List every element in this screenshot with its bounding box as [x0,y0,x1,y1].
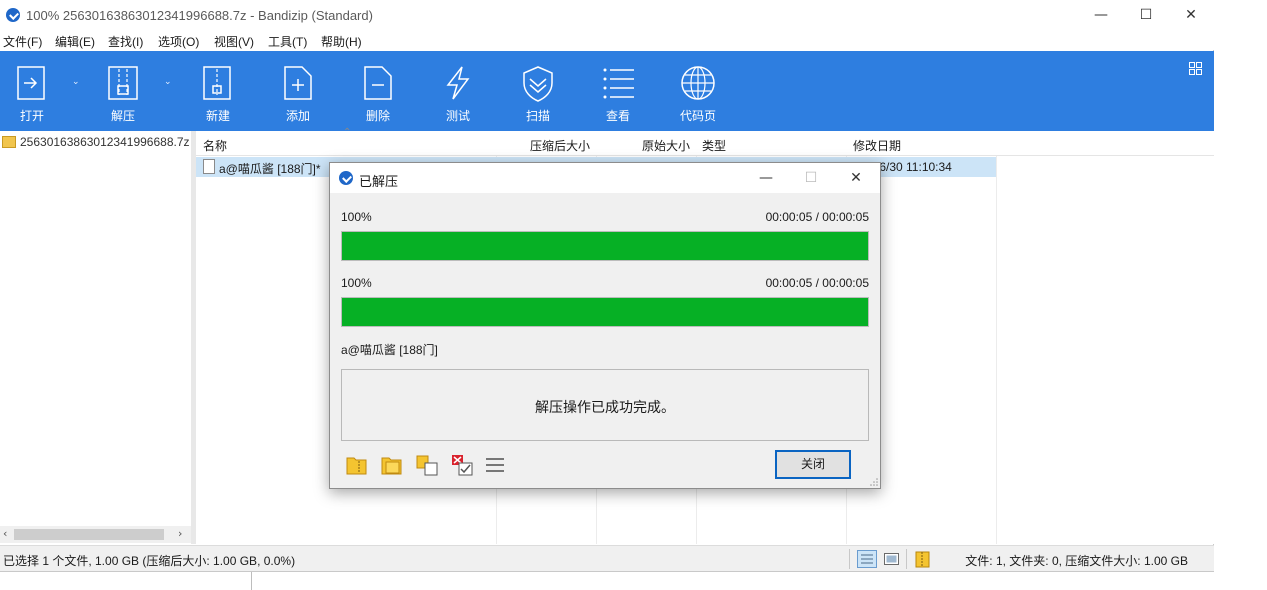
menu-bar: 文件(F) 编辑(E) 查找(I) 选项(O) 视图(V) 工具(T) 帮助(H… [0,30,1214,50]
test-label: 测试 [445,109,470,123]
scrollbar-thumb[interactable] [14,529,164,540]
progress-bar-current [341,231,869,261]
column-divider [996,131,997,544]
menu-options[interactable]: 选项(O) [158,33,199,50]
bandizip-logo-icon [6,8,20,22]
codepage-label: 代码页 [679,109,716,123]
menu-hamburger-icon[interactable] [483,453,507,477]
progress-percent: 100% [341,276,372,290]
toolbar: 打开 ⌄ 解压 ⌄ 新建 添加 删除 测试 扫描 查看 代码页 [0,51,1214,131]
folder-icon[interactable] [380,453,404,477]
extract-button[interactable]: 解压 [91,51,155,131]
progress-bar-total [341,297,869,327]
extract-complete-dialog: 已解压 — ☐ ✕ 100% 00:00:05 / 00:00:05 100% … [329,162,881,489]
menu-help[interactable]: 帮助(H) [321,33,362,50]
test-lightning-icon [446,66,470,100]
status-separator [849,549,850,569]
progress-percent: 100% [341,210,372,224]
codepage-globe-icon [681,66,715,100]
progress-time: 00:00:05 / 00:00:05 [765,276,869,290]
menu-view[interactable]: 视图(V) [214,33,254,50]
dialog-title-bar: 已解压 — ☐ ✕ [330,163,880,193]
archive-summary-status: 文件: 1, 文件夹: 0, 压缩文件大小: 1.00 GB [965,554,1188,568]
new-archive-button[interactable]: 新建 [186,51,250,131]
minimize-button[interactable]: — [1078,0,1124,30]
message-box: 解压操作已成功完成。 [341,369,869,441]
archive-folder-icon [915,551,930,568]
dialog-maximize-button: ☐ [804,170,818,186]
selection-status: 已选择 1 个文件, 1.00 GB (压缩后大小: 1.00 GB, 0.0%… [3,554,296,568]
view-label: 查看 [605,109,630,123]
window-title: 100% 2563016386301234199668​8.7z - Bandi… [26,8,373,23]
extract-icon [108,66,138,100]
details-view-icon[interactable] [857,550,877,568]
add-file-icon [284,66,312,100]
column-type[interactable]: 类型 [702,137,726,154]
folder-tree: 2563016386301234199668​8.7z ‹ › [0,131,191,544]
file-modified-date: /6/30 11:10:34 [876,160,952,174]
background-window-edge [0,572,252,590]
menu-edit[interactable]: 编辑(E) [55,33,95,50]
column-packed-size[interactable]: 压缩后大小 [530,137,590,154]
open-dropdown-caret[interactable]: ⌄ [72,77,80,87]
scan-button[interactable]: 扫描 [506,51,570,131]
progress-fill [342,298,868,326]
layout-grid-icon[interactable] [1189,62,1202,75]
scan-label: 扫描 [525,109,550,123]
dialog-minimize-button[interactable]: — [743,163,789,193]
open-folder-icon[interactable] [345,453,369,477]
open-label: 打开 [19,109,44,123]
delete-label: 删除 [365,109,390,123]
open-archive-icon [17,66,45,100]
menu-tools[interactable]: 工具(T) [268,33,307,50]
thumbnail-view-icon[interactable] [882,550,902,568]
dialog-close-x-button[interactable]: ✕ [833,163,879,193]
menu-find[interactable]: 查找(I) [108,33,143,50]
scroll-left-arrow[interactable]: ‹ [3,527,7,540]
view-list-icon [603,68,634,99]
delete-file-icon [364,66,392,100]
dialog-title: 已解压 [359,174,399,189]
progress-fill [342,232,868,260]
codepage-button[interactable]: 代码页 [666,51,730,131]
column-modified[interactable]: 修改日期 [853,137,901,154]
file-icon [203,159,215,174]
open-button[interactable]: 打开 [0,51,64,131]
status-separator [906,549,907,569]
tree-item-label: 2563016386301234199668​8.7z [20,135,190,149]
menu-file[interactable]: 文件(F) [3,33,42,50]
column-name[interactable]: 名称 [203,137,227,154]
success-message: 解压操作已成功完成。 [535,399,675,415]
extract-label: 解压 [110,109,135,123]
file-name: a@喵瓜酱 [188门]* [219,162,321,176]
bandizip-logo-icon [339,171,353,185]
new-archive-icon [203,66,231,100]
tree-horizontal-scrollbar[interactable]: ‹ › [0,526,191,543]
delete-button[interactable]: 删除 [346,51,410,131]
close-button[interactable]: 关闭 [775,450,851,479]
add-label: 添加 [285,109,310,123]
add-button[interactable]: 添加 [266,51,330,131]
delete-archive-icon[interactable] [450,453,474,477]
extract-dropdown-caret[interactable]: ⌄ [164,77,172,87]
scroll-right-arrow[interactable]: › [178,527,182,540]
current-file-name: a@喵瓜酱 [188门] [341,343,438,357]
archive-folder-icon [2,136,16,148]
resize-grip-icon[interactable] [870,478,878,486]
column-original-size[interactable]: 原始大小 [642,137,690,154]
status-bar: 已选择 1 个文件, 1.00 GB (压缩后大小: 1.00 GB, 0.0%… [0,545,1214,571]
list-header: ⌃ 名称 压缩后大小 原始大小 类型 修改日期 [196,127,1214,156]
title-bar: 100% 2563016386301234199668​8.7z - Bandi… [0,0,1214,30]
copy-folder-icon[interactable] [415,453,439,477]
test-button[interactable]: 测试 [426,51,490,131]
progress-time: 00:00:05 / 00:00:05 [765,210,869,224]
view-button[interactable]: 查看 [586,51,650,131]
scan-shield-icon [523,66,553,102]
maximize-button[interactable]: ☐ [1123,0,1169,30]
close-window-button[interactable]: ✕ [1168,0,1214,30]
new-archive-label: 新建 [205,109,230,123]
sort-ascending-icon: ⌃ [343,127,352,138]
